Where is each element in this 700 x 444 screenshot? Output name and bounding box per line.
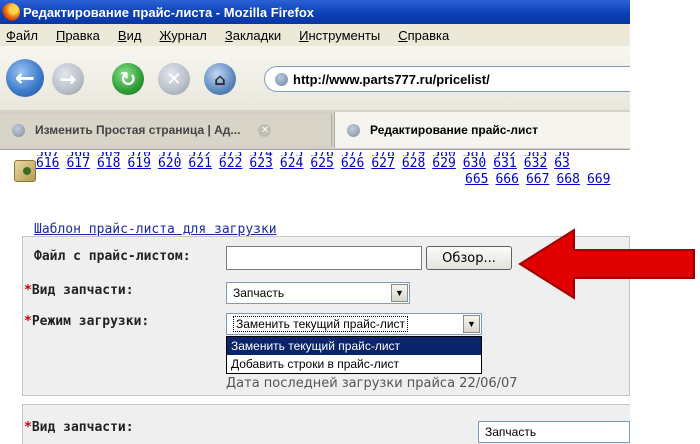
second-part-type-select[interactable]: Запчасть xyxy=(478,421,630,443)
page-link[interactable]: 665 xyxy=(465,172,488,188)
part-type-label-text: Вид запчасти: xyxy=(31,283,134,298)
back-icon: ← xyxy=(14,64,36,92)
page-link[interactable]: 669 xyxy=(587,172,610,188)
browse-button[interactable]: Обзор... xyxy=(426,246,512,270)
part-type-value: Запчасть xyxy=(233,286,285,300)
tab-edit-page[interactable]: Изменить Простая страница | Ад... ✕ xyxy=(0,114,332,146)
menu-history[interactable]: Журнал xyxy=(159,28,206,43)
tab-label: Редактирование прайс-лист xyxy=(370,123,538,137)
window-titlebar: Редактирование прайс-листа - Mozilla Fir… xyxy=(0,0,630,24)
page-link[interactable]: 632 xyxy=(524,156,547,172)
mode-option-append[interactable]: Добавить строки в прайс-лист xyxy=(227,355,481,373)
menu-tools[interactable]: Инструменты xyxy=(299,28,380,43)
page-link[interactable]: 624 xyxy=(280,156,303,172)
globe-icon xyxy=(275,72,288,86)
home-icon: ⌂ xyxy=(214,69,226,89)
page-link[interactable]: 621 xyxy=(188,156,211,172)
page-link[interactable]: 617 xyxy=(66,156,89,172)
pagination-row: 665 666 667 668 669 xyxy=(36,172,630,188)
required-mark: * xyxy=(24,420,32,435)
menu-edit[interactable]: Правка xyxy=(56,28,100,43)
window-title: Редактирование прайс-листа - Mozilla Fir… xyxy=(23,4,315,20)
stop-icon: ✕ xyxy=(166,68,182,90)
tab-label: Изменить Простая страница | Ад... xyxy=(35,123,241,137)
stop-button[interactable]: ✕ xyxy=(158,63,190,95)
page-link[interactable]: 629 xyxy=(432,156,455,172)
page-link[interactable]: 623 xyxy=(249,156,272,172)
page-link[interactable]: 616 xyxy=(36,156,59,172)
mode-select[interactable]: Заменить текущий прайс-лист ▼ xyxy=(226,313,482,335)
red-arrow-annotation-icon xyxy=(518,228,695,300)
page-link[interactable]: 630 xyxy=(463,156,486,172)
url-text[interactable]: http://www.parts777.ru/pricelist/ xyxy=(293,72,490,87)
menu-bar: Файл Правка Вид Журнал Закладки Инструме… xyxy=(0,24,630,46)
home-button[interactable]: ⌂ xyxy=(204,63,236,95)
page-link[interactable]: 628 xyxy=(402,156,425,172)
pagination: 5675685695705715725735745755765775785795… xyxy=(36,152,630,188)
url-bar[interactable]: http://www.parts777.ru/pricelist/ xyxy=(264,66,630,92)
second-part-type-label: *Вид запчасти: xyxy=(24,420,134,435)
page-link[interactable]: 668 xyxy=(556,172,579,188)
required-mark: * xyxy=(24,314,32,329)
page-link[interactable]: 618 xyxy=(97,156,120,172)
pagination-row: 616 617 618 619 620 621 622 623 624 625 626 627 628 6… xyxy=(36,156,630,172)
second-part-type-label-text: Вид запчасти: xyxy=(31,420,134,435)
page-link[interactable]: 619 xyxy=(127,156,150,172)
page-link[interactable]: 625 xyxy=(310,156,333,172)
mode-dropdown-list: Заменить текущий прайс-лист Добавить стр… xyxy=(226,336,482,374)
dropdown-arrow-icon[interactable]: ▼ xyxy=(391,284,408,302)
forward-icon: → xyxy=(59,67,77,91)
menu-help[interactable]: Справка xyxy=(398,28,449,43)
second-part-type-value: Запчасть xyxy=(485,425,537,439)
reload-button[interactable]: ↻ xyxy=(112,63,144,95)
page-link[interactable]: 666 xyxy=(495,172,518,188)
part-type-select[interactable]: Запчасть ▼ xyxy=(226,282,410,304)
page-link[interactable]: 627 xyxy=(371,156,394,172)
page-link[interactable]: 620 xyxy=(158,156,181,172)
navigation-toolbar: ← → ↻ ✕ ⌂ http://www.parts777.ru/priceli… xyxy=(0,46,630,110)
mode-label: *Режим загрузки: xyxy=(24,314,149,329)
mode-value: Заменить текущий прайс-лист xyxy=(233,316,409,332)
menu-bookmarks[interactable]: Закладки xyxy=(225,28,281,43)
forward-button[interactable]: → xyxy=(52,63,84,95)
page-link[interactable]: 626 xyxy=(341,156,364,172)
page-link[interactable]: 667 xyxy=(526,172,549,188)
firefox-icon xyxy=(2,3,20,21)
file-input[interactable] xyxy=(226,246,422,270)
back-button[interactable]: ← xyxy=(6,59,44,97)
tab-bar: Изменить Простая страница | Ад... ✕ Реда… xyxy=(0,110,630,150)
last-upload-date: Дата последней загрузки прайса 22/06/07 xyxy=(226,376,518,391)
page-link[interactable]: 631 xyxy=(493,156,516,172)
globe-icon xyxy=(12,123,25,137)
reload-icon: ↻ xyxy=(119,67,137,91)
page-link[interactable]: 63 xyxy=(554,156,570,172)
file-label: Файл с прайс-листом: xyxy=(34,249,191,264)
template-download-link[interactable]: Шаблон прайс-листа для загрузки xyxy=(34,222,277,237)
menu-file[interactable]: Файл xyxy=(6,28,38,43)
part-type-label: *Вид запчасти: xyxy=(24,283,134,298)
snapshot-icon[interactable] xyxy=(14,160,36,182)
dropdown-arrow-icon[interactable]: ▼ xyxy=(463,315,480,333)
tab-close-icon[interactable]: ✕ xyxy=(258,123,272,137)
mode-option-replace[interactable]: Заменить текущий прайс-лист xyxy=(227,337,481,355)
page-link[interactable]: 622 xyxy=(219,156,242,172)
globe-icon xyxy=(347,123,360,137)
menu-view[interactable]: Вид xyxy=(118,28,142,43)
tab-pricelist[interactable]: Редактирование прайс-лист xyxy=(334,112,630,148)
mode-label-text: Режим загрузки: xyxy=(31,314,150,329)
required-mark: * xyxy=(24,283,32,298)
